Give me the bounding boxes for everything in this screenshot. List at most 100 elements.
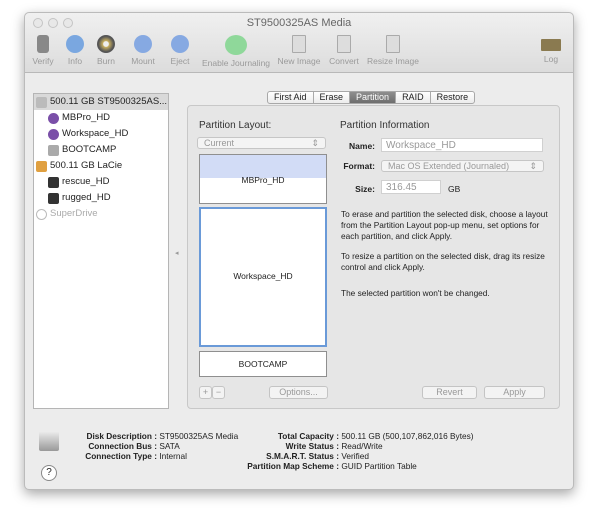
enable-journaling-button[interactable]: Enable Journaling (199, 35, 273, 68)
burn-button[interactable]: Burn (93, 35, 119, 66)
volume-icon (48, 128, 59, 140)
disk-item[interactable]: SuperDrive (34, 206, 168, 222)
disk-details-left: Disk Description : ST9500325AS Media Con… (65, 431, 238, 461)
volume-icon (48, 192, 59, 204)
volume-icon (48, 112, 59, 124)
partition-label: BOOTCAMP (238, 359, 288, 369)
label: Info (67, 56, 83, 66)
new-image-button[interactable]: New Image (276, 35, 322, 66)
detail-key: Write Status : (285, 441, 339, 451)
hard-disk-icon (39, 431, 59, 451)
hard-disk-icon (36, 96, 47, 108)
disk-item[interactable]: 500.11 GB ST9500325AS... (34, 94, 168, 110)
burn-icon (97, 35, 115, 53)
detail-key: Connection Type : (85, 451, 157, 461)
info-button[interactable]: Info (63, 35, 87, 66)
optical-drive-icon (36, 208, 47, 220)
label: Enable Journaling (201, 58, 271, 68)
volume-item[interactable]: Workspace_HD (34, 126, 168, 142)
disk-details-right: Total Capacity : 500.11 GB (500,107,862,… (243, 431, 474, 471)
log-icon (541, 39, 561, 51)
tab-bar: First Aid Erase Partition RAID Restore (267, 91, 476, 104)
microscope-icon (37, 35, 49, 53)
volume-icon (48, 176, 59, 188)
log-button[interactable]: Log (539, 35, 563, 64)
tab-restore[interactable]: Restore (431, 92, 475, 103)
verify-button[interactable]: Verify (29, 35, 57, 66)
label: Mount (131, 56, 155, 66)
detail-key: Partition Map Scheme : (247, 461, 339, 471)
help-button[interactable]: ? (41, 465, 57, 481)
name-field[interactable]: Workspace_HD (381, 138, 543, 152)
volume-label: Workspace_HD (62, 128, 129, 139)
volume-item[interactable]: rescue_HD (34, 174, 168, 190)
partition-info-heading: Partition Information (340, 120, 430, 131)
revert-button[interactable]: Revert (422, 386, 477, 399)
tab-raid[interactable]: RAID (396, 92, 431, 103)
volume-item[interactable]: rugged_HD (34, 190, 168, 206)
volume-label: rescue_HD (62, 176, 110, 187)
volume-label: rugged_HD (62, 192, 111, 203)
disk-list: 500.11 GB ST9500325AS... MBPro_HD Worksp… (33, 93, 169, 409)
format-label: Format: (343, 161, 375, 171)
new-image-icon (292, 35, 306, 53)
detail-key: S.M.A.R.T. Status : (266, 451, 339, 461)
label: Convert (329, 56, 359, 66)
info-icon (66, 35, 84, 53)
detail-value: 500.11 GB (500,107,862,016 Bytes) (341, 431, 474, 441)
window-title: ST9500325AS Media (246, 17, 352, 29)
label: Log (543, 54, 559, 64)
label: Verify (32, 56, 54, 66)
detail-value: Verified (341, 451, 369, 461)
journaling-icon (225, 35, 247, 55)
options-button[interactable]: Options... (269, 386, 328, 399)
name-label: Name: (349, 141, 375, 151)
volume-label: MBPro_HD (62, 112, 111, 123)
tab-partition[interactable]: Partition (350, 92, 397, 103)
partition-block[interactable]: BOOTCAMP (199, 351, 327, 377)
apply-button[interactable]: Apply (484, 386, 545, 399)
eject-icon (171, 35, 189, 53)
partition-label: Workspace_HD (233, 271, 293, 281)
disk-utility-window: ST9500325AS Media Verify Info Burn Mount… (24, 12, 574, 490)
popup-value: Current (204, 138, 235, 148)
disk-label: 500.11 GB LaCie (50, 160, 123, 171)
partition-layout-popup[interactable]: Current ⇕ (197, 137, 326, 149)
partition-layout-heading: Partition Layout: (199, 120, 272, 131)
disk-label: SuperDrive (50, 208, 98, 219)
chevron-updown-icon: ⇕ (529, 161, 537, 171)
convert-icon (337, 35, 351, 53)
detail-value: Internal (159, 451, 187, 461)
label: Eject (170, 56, 190, 66)
detail-value: GUID Partition Table (341, 461, 417, 471)
splitter-handle[interactable]: ◂ (175, 249, 179, 257)
tab-erase[interactable]: Erase (314, 92, 351, 103)
size-unit: GB (448, 184, 461, 194)
volume-item[interactable]: MBPro_HD (34, 110, 168, 126)
volume-item[interactable]: BOOTCAMP (34, 142, 168, 158)
mount-icon (134, 35, 152, 53)
convert-button[interactable]: Convert (327, 35, 361, 66)
resize-image-button[interactable]: Resize Image (365, 35, 421, 66)
mount-button[interactable]: Mount (127, 35, 159, 66)
partition-label: MBPro_HD (241, 175, 285, 185)
remove-partition-button[interactable]: − (212, 386, 225, 399)
size-label: Size: (355, 184, 375, 194)
add-partition-button[interactable]: + (199, 386, 212, 399)
size-field[interactable]: 316.45 (381, 180, 441, 194)
detail-key: Total Capacity : (277, 431, 339, 441)
eject-button[interactable]: Eject (167, 35, 193, 66)
partition-block-selected[interactable]: Workspace_HD (199, 207, 327, 347)
partition-block[interactable]: MBPro_HD (199, 154, 327, 204)
disk-label: 500.11 GB ST9500325AS... (50, 96, 168, 107)
disk-item[interactable]: 500.11 GB LaCie (34, 158, 168, 174)
volume-label: BOOTCAMP (62, 144, 117, 155)
tab-first-aid[interactable]: First Aid (268, 92, 314, 103)
popup-value: Mac OS Extended (Journaled) (388, 161, 510, 171)
label: Burn (97, 56, 115, 66)
detail-value: Read/Write (341, 441, 383, 451)
resize-image-icon (386, 35, 400, 53)
detail-key: Disk Description : (86, 431, 157, 441)
external-disk-icon (36, 160, 47, 172)
format-popup[interactable]: Mac OS Extended (Journaled) ⇕ (381, 160, 544, 172)
